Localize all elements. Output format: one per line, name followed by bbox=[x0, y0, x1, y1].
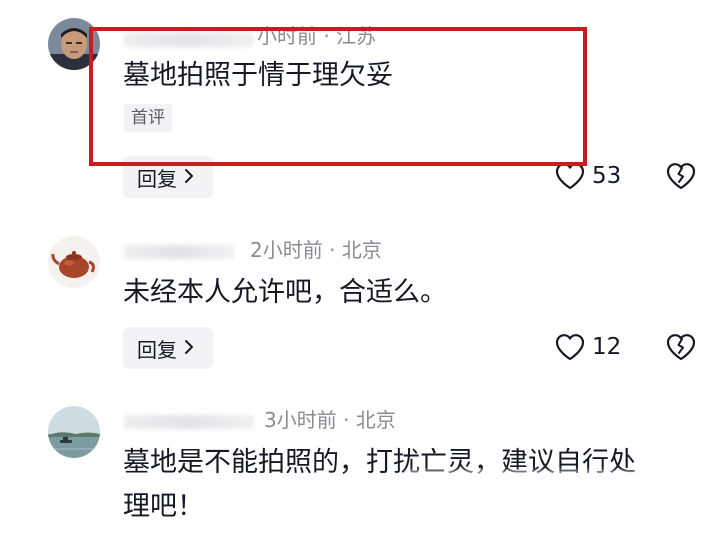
lake-avatar-image bbox=[48, 406, 100, 458]
avatar[interactable] bbox=[48, 236, 100, 288]
like-count: 53 bbox=[592, 163, 622, 189]
reply-label: 回复 bbox=[137, 166, 177, 191]
comment-text: 未经本人允许吧，合适么。 bbox=[123, 277, 447, 308]
heart-outline-icon bbox=[555, 163, 585, 190]
like-count: 12 bbox=[592, 334, 622, 360]
comment-meta: 2小时前 · 北京 bbox=[250, 238, 382, 262]
dislike-button[interactable] bbox=[666, 162, 696, 190]
chevron-right-icon bbox=[184, 165, 194, 189]
username-redacted bbox=[124, 415, 254, 429]
like-button[interactable]: 53 bbox=[555, 162, 621, 190]
username-redacted bbox=[124, 245, 234, 259]
comment-meta: 3小时前 · 北京 bbox=[264, 408, 396, 432]
highlight-box bbox=[89, 27, 587, 166]
broken-heart-icon bbox=[666, 163, 696, 190]
text-blur-overlay bbox=[405, 470, 695, 484]
heart-outline-icon bbox=[555, 334, 585, 361]
reply-button[interactable]: 回复 bbox=[123, 327, 213, 369]
teapot-avatar-image bbox=[48, 236, 100, 288]
dislike-button[interactable] bbox=[666, 333, 696, 361]
chevron-right-icon bbox=[184, 336, 194, 360]
comment-text-line-2: 理吧！ bbox=[123, 491, 204, 522]
like-button[interactable]: 12 bbox=[555, 333, 621, 361]
reply-label: 回复 bbox=[137, 337, 177, 362]
broken-heart-icon bbox=[666, 334, 696, 361]
avatar[interactable] bbox=[48, 406, 100, 458]
